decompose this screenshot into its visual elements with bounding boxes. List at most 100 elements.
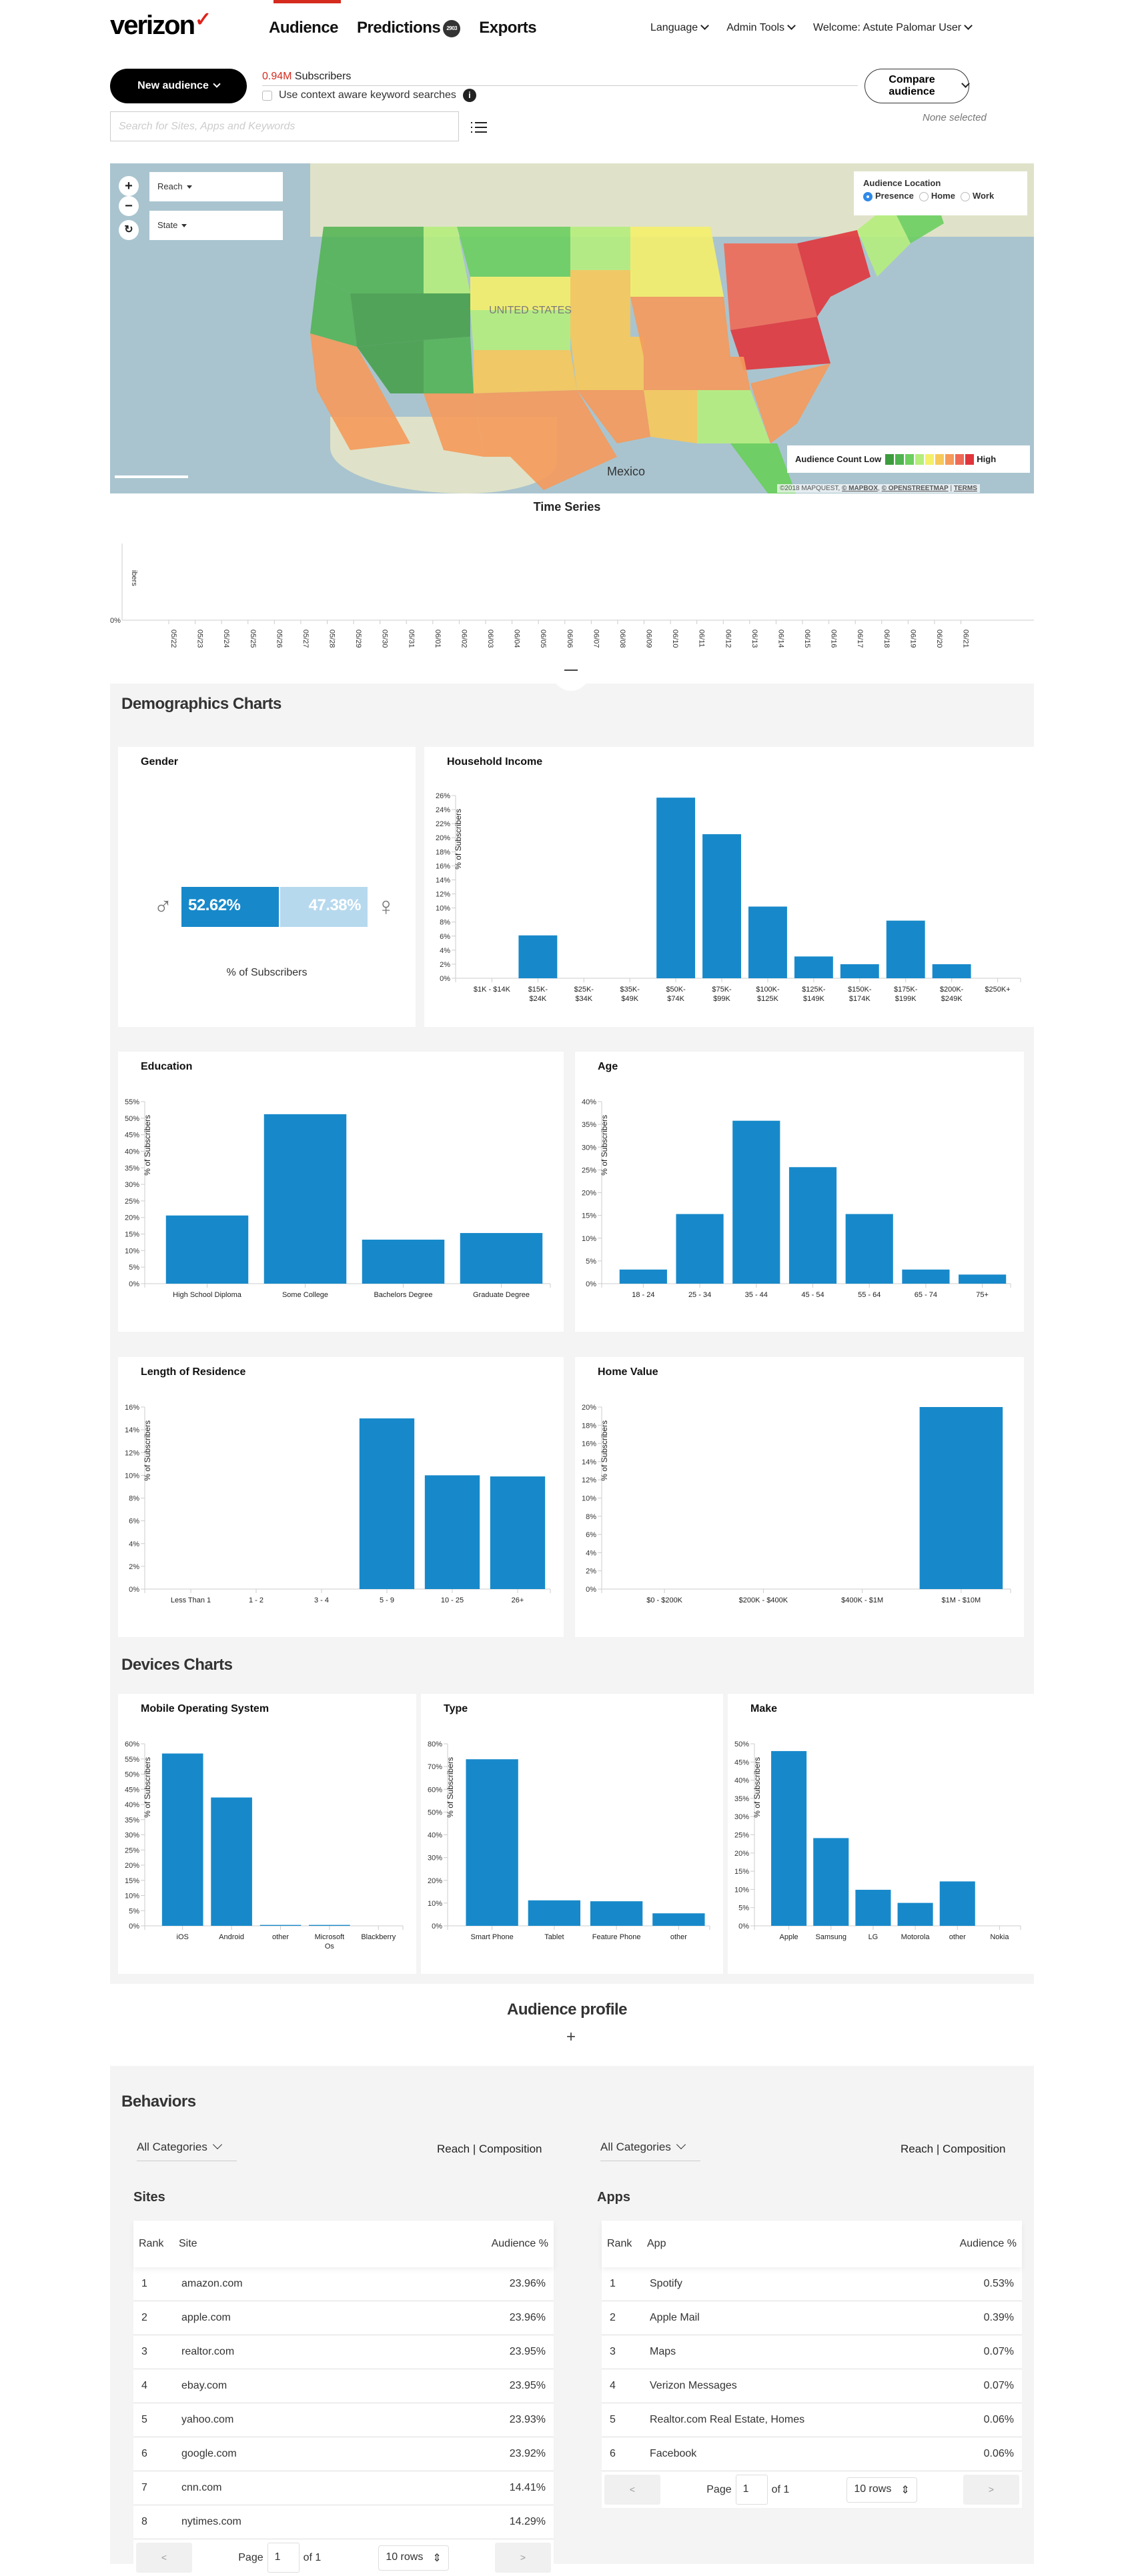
subscriber-count-value: 0.94M (262, 71, 292, 82)
location-presence-radio[interactable]: Presence (863, 191, 914, 201)
rows-per-page-select[interactable]: 10 rows ⇕ (378, 2545, 449, 2571)
bar[interactable] (263, 1114, 347, 1284)
y-tick-label: 40% (125, 1148, 139, 1156)
bar[interactable] (460, 1233, 543, 1284)
y-tick-label: 0% (738, 1922, 749, 1930)
verizon-logo[interactable]: verizon✓ (110, 9, 211, 41)
nav-predictions[interactable]: Predictions 2903 (357, 19, 461, 37)
bar[interactable] (813, 1838, 849, 1926)
reset-view-icon[interactable]: ↻ (119, 220, 139, 240)
bar[interactable] (732, 1120, 780, 1284)
next-page-button[interactable]: > (963, 2475, 1019, 2505)
sites-category-select[interactable]: All Categories (137, 2139, 237, 2161)
location-work-radio[interactable]: Work (960, 191, 994, 201)
table-row[interactable]: 4 ebay.com 23.95% (133, 2369, 554, 2403)
bar[interactable] (490, 1476, 546, 1589)
column-header[interactable]: Audience % (492, 2238, 548, 2250)
table-row[interactable]: 6 google.com 23.92% (133, 2437, 554, 2471)
sites-reach-composition-toggle[interactable]: Reach | Composition (437, 2143, 542, 2156)
bar[interactable] (771, 1750, 807, 1926)
column-header[interactable]: App (647, 2238, 960, 2250)
table-row[interactable]: 1 Spotify 0.53% (602, 2267, 1022, 2301)
language-menu[interactable]: Language (650, 22, 708, 34)
column-header[interactable]: Rank (607, 2238, 647, 2250)
bar[interactable] (466, 1759, 518, 1926)
table-row[interactable]: 5 Realtor.com Real Estate, Homes 0.06% (602, 2403, 1022, 2437)
bar[interactable] (845, 1214, 893, 1284)
bar[interactable] (211, 1797, 252, 1926)
ts-date-label: 06/11 (698, 629, 706, 648)
bar[interactable] (362, 1239, 445, 1284)
bar[interactable] (528, 1900, 581, 1926)
bar[interactable] (590, 1901, 643, 1926)
page-input[interactable]: 1 (267, 2543, 300, 2573)
prev-page-button[interactable]: < (604, 2475, 660, 2505)
apps-reach-composition-toggle[interactable]: Reach | Composition (901, 2143, 1006, 2156)
nav-exports[interactable]: Exports (479, 19, 536, 37)
terms-link[interactable]: TERMS (954, 485, 977, 492)
zoom-out-button[interactable]: − (119, 196, 139, 216)
mapbox-link[interactable]: © MAPBOX (842, 485, 878, 492)
table-row[interactable]: 5 yahoo.com 23.93% (133, 2403, 554, 2437)
table-row[interactable]: 6 Facebook 0.06% (602, 2437, 1022, 2471)
admin-tools-menu[interactable]: Admin Tools (726, 22, 794, 34)
table-row[interactable]: 3 realtor.com 23.95% (133, 2335, 554, 2369)
table-row[interactable]: 7 cnn.com 14.41% (133, 2471, 554, 2505)
bar[interactable] (424, 1475, 480, 1589)
rank-cell: 3 (141, 2346, 147, 2357)
page-input[interactable]: 1 (735, 2475, 768, 2505)
context-aware-checkbox[interactable] (262, 90, 272, 101)
bar[interactable] (656, 798, 696, 978)
column-header[interactable]: Audience % (960, 2238, 1017, 2250)
rows-per-page-select[interactable]: 10 rows ⇕ (846, 2477, 917, 2503)
list-icon[interactable] (471, 122, 487, 135)
expand-profile-button[interactable]: + (552, 2027, 590, 2055)
y-tick-label: 0% (129, 1280, 139, 1288)
bar[interactable] (161, 1753, 203, 1926)
bar[interactable] (652, 1913, 705, 1926)
bar[interactable] (959, 1274, 1007, 1284)
state-region (630, 297, 730, 357)
metric-select[interactable]: Reach (149, 172, 283, 201)
prev-page-button[interactable]: < (136, 2543, 192, 2573)
bar[interactable] (165, 1215, 249, 1284)
location-home-radio[interactable]: Home (919, 191, 955, 201)
compare-audience-button[interactable]: Compare audience (865, 69, 969, 103)
bar[interactable] (932, 964, 971, 978)
bar[interactable] (748, 906, 787, 978)
bar[interactable] (939, 1881, 975, 1926)
bar[interactable] (309, 1924, 350, 1926)
bar[interactable] (902, 1269, 950, 1284)
bar[interactable] (919, 1407, 1003, 1589)
bar[interactable] (840, 964, 879, 978)
bar[interactable] (359, 1418, 415, 1589)
bar[interactable] (886, 920, 925, 978)
bar[interactable] (702, 834, 741, 978)
info-icon[interactable]: i (462, 89, 476, 102)
zoom-in-button[interactable]: + (119, 176, 139, 196)
bar[interactable] (676, 1214, 724, 1284)
table-row[interactable]: 1 amazon.com 23.96% (133, 2267, 554, 2301)
column-header[interactable]: Site (179, 2238, 492, 2250)
next-page-button[interactable]: > (495, 2543, 551, 2573)
bar[interactable] (259, 1924, 302, 1926)
table-row[interactable]: 2 Apple Mail 0.39% (602, 2301, 1022, 2335)
apps-category-select[interactable]: All Categories (600, 2139, 700, 2161)
bar[interactable] (518, 935, 558, 978)
bar[interactable] (855, 1889, 891, 1926)
openstreetmap-link[interactable]: © OPENSTREETMAP (882, 485, 949, 492)
nav-audience[interactable]: Audience (269, 19, 339, 37)
bar[interactable] (788, 1167, 837, 1284)
table-row[interactable]: 4 Verizon Messages 0.07% (602, 2369, 1022, 2403)
geo-level-select[interactable]: State (149, 211, 283, 240)
new-audience-button[interactable]: New audience (110, 69, 247, 103)
bar[interactable] (897, 1902, 933, 1926)
user-menu[interactable]: Welcome: Astute Palomar User (813, 22, 971, 34)
bar[interactable] (794, 956, 833, 978)
table-row[interactable]: 2 apple.com 23.96% (133, 2301, 554, 2335)
search-input[interactable] (110, 111, 459, 141)
column-header[interactable]: Rank (139, 2238, 179, 2250)
bar[interactable] (619, 1269, 667, 1284)
table-row[interactable]: 8 nytimes.com 14.29% (133, 2505, 554, 2539)
table-row[interactable]: 3 Maps 0.07% (602, 2335, 1022, 2369)
